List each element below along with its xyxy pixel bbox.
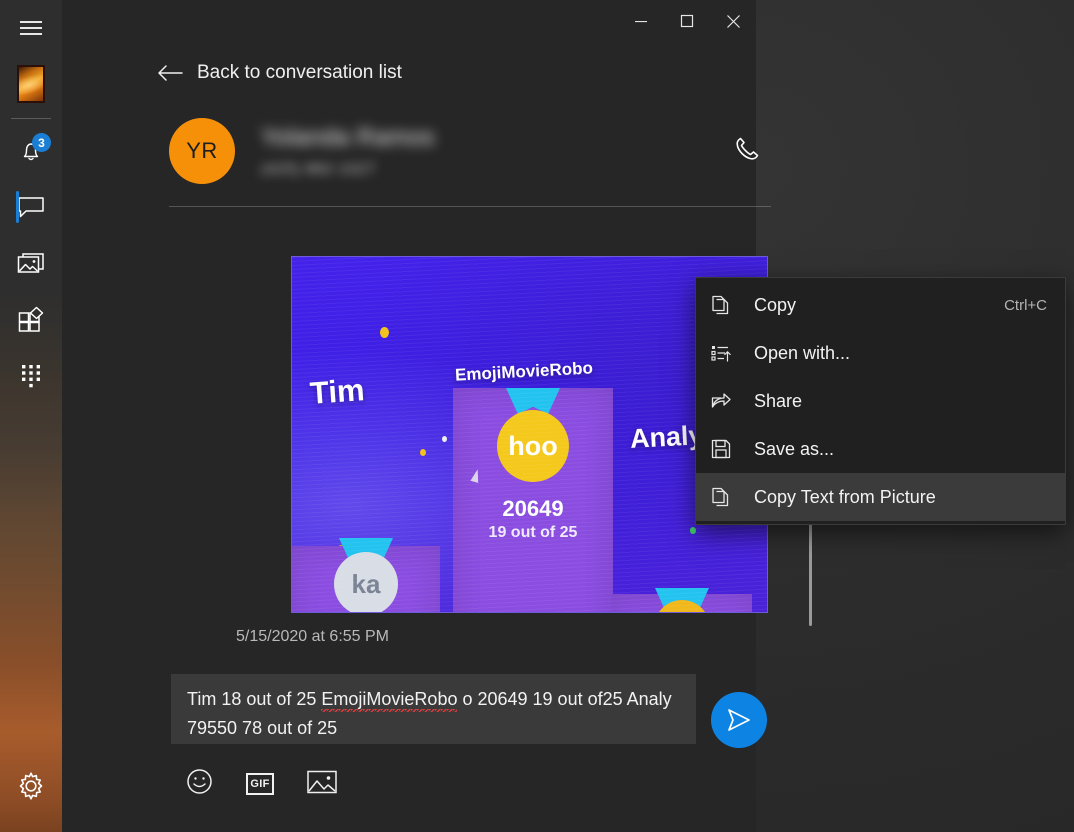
gif-button[interactable]: GIF	[246, 773, 274, 795]
context-menu: Copy Ctrl+C Open with... Share Save as..…	[695, 277, 1066, 525]
composer-text-part1: Tim 18 out of 25	[187, 689, 322, 709]
save-icon	[710, 438, 744, 460]
avatar-initials: YR	[186, 138, 218, 163]
context-menu-item-save-as[interactable]: Save as...	[696, 425, 1065, 473]
back-label: Back to conversation list	[197, 62, 402, 83]
emoji-button[interactable]	[186, 768, 213, 800]
sidebar-item-calls[interactable]	[0, 347, 62, 403]
minimize-button[interactable]	[618, 0, 664, 42]
context-menu-label: Copy	[754, 294, 797, 315]
sidebar-item-profile[interactable]	[0, 56, 62, 112]
header-divider	[169, 206, 771, 207]
profile-avatar-icon	[17, 65, 45, 103]
contact-header: YR Yolanda Ramos (425) 882-1027	[169, 112, 771, 190]
sidebar-item-apps[interactable]	[0, 291, 62, 347]
call-button[interactable]	[723, 125, 771, 178]
chat-bubble-icon	[18, 197, 44, 218]
back-arrow-icon	[158, 65, 183, 81]
composer-misspelled-word: EmojiMovieRobo	[321, 689, 458, 712]
picture-button[interactable]	[307, 770, 337, 799]
contact-meta: Yolanda Ramos (425) 882-1027	[261, 124, 723, 179]
photos-icon	[17, 253, 44, 273]
hamburger-menu-button[interactable]	[0, 0, 62, 56]
sidebar-item-photos[interactable]	[0, 235, 62, 291]
context-menu-item-copy-text-from-picture[interactable]: Copy Text from Picture	[696, 473, 1065, 521]
contact-name: Yolanda Ramos	[261, 123, 435, 151]
app-navigation-rail: 3	[0, 0, 62, 832]
context-menu-accelerator: Ctrl+C	[1004, 296, 1047, 314]
minimize-icon	[635, 21, 647, 23]
copy-text-icon	[710, 486, 744, 508]
emoji-icon	[187, 769, 212, 794]
apps-icon	[18, 306, 44, 332]
phone-icon	[736, 137, 759, 160]
title-bar	[122, 0, 756, 42]
avatar: YR	[169, 118, 235, 184]
sidebar-item-messages[interactable]	[0, 179, 62, 235]
hamburger-icon	[20, 21, 42, 35]
sidebar-item-settings[interactable]	[0, 758, 62, 814]
context-menu-item-copy[interactable]: Copy Ctrl+C	[696, 281, 1065, 329]
send-button[interactable]	[711, 692, 767, 748]
maximize-button[interactable]	[664, 0, 710, 42]
open-with-icon	[710, 342, 744, 364]
context-menu-item-share[interactable]: Share	[696, 377, 1065, 425]
close-button[interactable]	[710, 0, 756, 42]
send-icon	[728, 709, 750, 731]
image-icon	[307, 770, 337, 793]
context-menu-label: Save as...	[754, 438, 835, 459]
copy-icon	[710, 294, 744, 316]
contact-phone: (425) 882-1027	[261, 160, 377, 178]
message-timestamp: 5/15/2020 at 6:55 PM	[236, 628, 389, 645]
app-window: Back to conversation list YR Yolanda Ram…	[62, 0, 812, 832]
gear-icon	[19, 772, 43, 800]
screen-root: Back to conversation list YR Yolanda Ram…	[0, 0, 1074, 832]
scrollbar-thumb[interactable]	[809, 522, 812, 626]
dialpad-icon	[22, 365, 40, 388]
back-to-conversation-list[interactable]: Back to conversation list	[157, 62, 402, 84]
maximize-icon	[680, 14, 694, 28]
context-menu-label: Share	[754, 390, 803, 411]
share-icon	[710, 390, 744, 412]
notification-badge: 3	[32, 133, 51, 152]
context-menu-item-open-with[interactable]: Open with...	[696, 329, 1065, 377]
close-icon	[726, 14, 740, 28]
message-input[interactable]: Tim 18 out of 25 EmojiMovieRobo o 20649 …	[171, 674, 696, 744]
gif-label: GIF	[250, 778, 270, 790]
composer-toolbar: GIF	[186, 768, 337, 800]
rail-divider	[11, 118, 51, 119]
context-menu-label: Copy Text from Picture	[754, 486, 936, 507]
sidebar-item-notifications[interactable]: 3	[0, 123, 62, 179]
context-menu-label: Open with...	[754, 342, 851, 363]
